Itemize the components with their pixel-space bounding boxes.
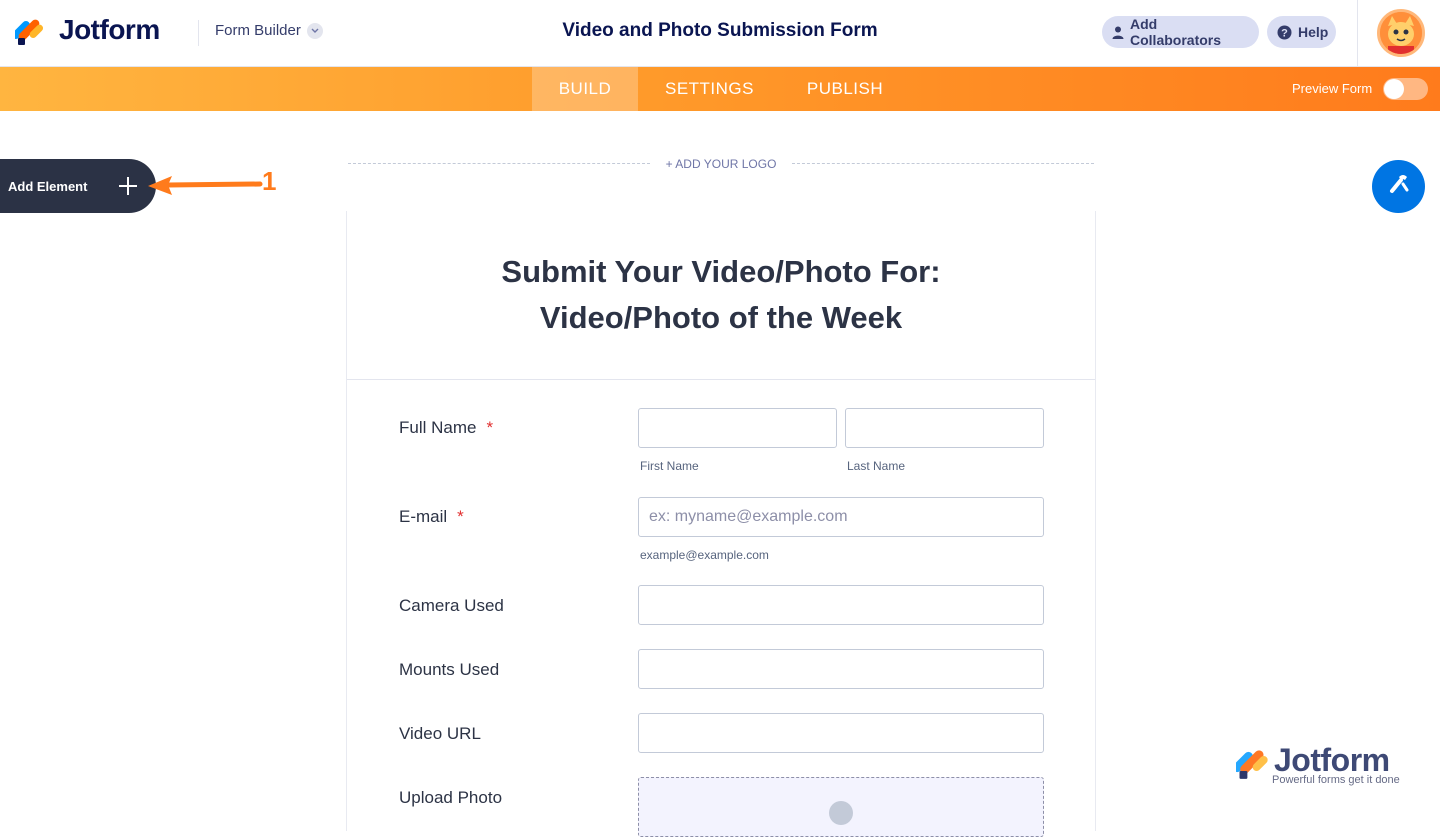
heading-separator — [347, 379, 1095, 380]
mounts-used-input[interactable] — [638, 649, 1044, 689]
form-heading-line2: Video/Photo of the Week — [539, 300, 903, 335]
first-name-input[interactable] — [638, 408, 837, 448]
upload-icon — [829, 801, 853, 825]
avatar[interactable] — [1377, 9, 1425, 57]
form-heading-line1: Submit Your Video/Photo For: — [501, 254, 941, 289]
user-icon — [1112, 26, 1124, 39]
help-icon: ? — [1277, 25, 1292, 40]
annotation-number: 1 — [262, 166, 277, 196]
camera-used-label[interactable]: Camera Used — [399, 596, 504, 616]
camera-used-input[interactable] — [638, 585, 1044, 625]
brand-name: Jotform — [59, 14, 160, 45]
form-designer-button[interactable] — [1372, 160, 1425, 213]
logo-dashed-line-left — [348, 163, 650, 164]
last-name-input[interactable] — [845, 408, 1044, 448]
svg-text:?: ? — [1281, 27, 1288, 39]
email-label-text: E-mail — [399, 507, 448, 526]
builder-nav-bar: BUILD SETTINGS PUBLISH Preview Form — [0, 67, 1440, 111]
watermark-tagline: Powerful forms get it done — [1272, 774, 1400, 786]
add-collaborators-label: Add Collaborators — [1130, 16, 1222, 48]
preview-form-toggle[interactable] — [1383, 78, 1428, 100]
email-placeholder: ex: myname@example.com — [649, 508, 848, 525]
add-element-label: Add Element — [8, 178, 88, 194]
required-mark: * — [457, 507, 464, 526]
tab-settings[interactable]: SETTINGS — [652, 67, 767, 111]
required-mark: * — [486, 418, 494, 437]
logo-dashed-line-right — [792, 163, 1094, 164]
header-divider — [198, 20, 199, 46]
header-divider-right — [1357, 0, 1358, 67]
email-input[interactable]: ex: myname@example.com — [638, 497, 1044, 537]
toggle-knob — [1384, 79, 1404, 99]
email-sublabel: example@example.com — [640, 548, 769, 562]
upload-photo-label[interactable]: Upload Photo — [399, 788, 502, 808]
help-button[interactable]: ? Help — [1267, 16, 1336, 48]
add-your-logo-link[interactable]: + ADD YOUR LOGO — [660, 157, 782, 171]
add-element-button[interactable]: Add Element — [0, 159, 156, 213]
first-name-sublabel: First Name — [640, 459, 699, 473]
tab-build[interactable]: BUILD — [532, 67, 638, 111]
help-label: Help — [1298, 24, 1329, 40]
tab-publish[interactable]: PUBLISH — [795, 67, 895, 111]
form-builder-menu[interactable]: Form Builder — [215, 22, 323, 39]
form-heading[interactable]: Submit Your Video/Photo For: Video/Photo… — [347, 249, 1095, 341]
chevron-down-icon — [306, 22, 323, 39]
plus-icon — [116, 174, 140, 198]
top-header: Jotform Form Builder Video and Photo Sub… — [0, 0, 1440, 67]
video-url-label[interactable]: Video URL — [399, 724, 481, 744]
form-builder-label: Form Builder — [215, 22, 301, 39]
video-url-input[interactable] — [638, 713, 1044, 753]
last-name-sublabel: Last Name — [847, 459, 906, 473]
jotform-logo-icon — [12, 14, 45, 46]
form-title[interactable]: Video and Photo Submission Form — [562, 20, 877, 41]
upload-dropzone[interactable] — [638, 777, 1044, 837]
email-label[interactable]: E-mail * — [399, 507, 464, 527]
full-name-label-text: Full Name — [399, 418, 477, 437]
mounts-used-label[interactable]: Mounts Used — [399, 660, 499, 680]
form-card: Submit Your Video/Photo For: Video/Photo… — [346, 211, 1096, 837]
add-collaborators-button[interactable]: Add Collaborators — [1102, 16, 1259, 48]
full-name-label[interactable]: Full Name * — [399, 418, 493, 438]
jotform-logo[interactable]: Jotform — [12, 14, 160, 46]
paint-roller-icon — [1386, 171, 1412, 202]
jotform-watermark-icon — [1236, 750, 1268, 779]
preview-form-label: Preview Form — [1292, 81, 1373, 96]
jotform-watermark: Jotform Powerful forms get it done — [1236, 742, 1406, 790]
